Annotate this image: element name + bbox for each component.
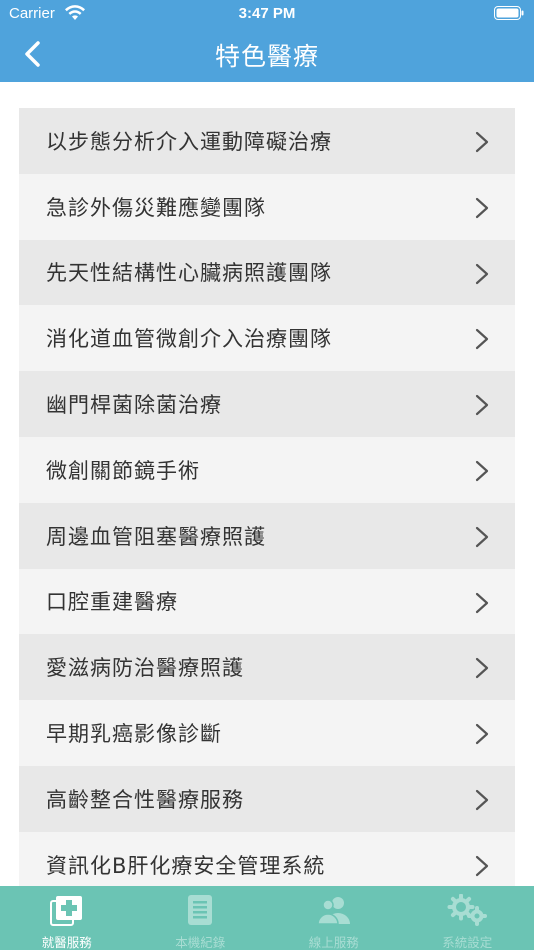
chevron-right-icon [475, 329, 489, 350]
tab-label: 系統設定 [442, 935, 493, 950]
navigation-bar: 特色醫療 [0, 28, 534, 82]
list-item-label: 急診外傷災難應變團隊 [46, 195, 266, 220]
list-item-label: 先天性結構性心臟病照護團隊 [46, 261, 332, 286]
list-item-label: 以步態分析介入運動障礙治療 [46, 129, 332, 154]
tab-label: 線上服務 [308, 935, 359, 950]
list-item[interactable]: 愛滋病防治醫療照護 [19, 634, 515, 701]
list-item-label: 周邊血管阻塞醫療照護 [46, 524, 266, 549]
users-icon [316, 897, 350, 925]
list-item-label: 消化道血管微創介入治療團隊 [46, 327, 332, 352]
list-item[interactable]: 周邊血管阻塞醫療照護 [19, 502, 515, 569]
chevron-right-icon [475, 724, 489, 745]
chevron-right-icon [475, 395, 489, 416]
tab-local-record[interactable]: 本機紀錄 [134, 886, 268, 950]
list-item[interactable]: 以步態分析介入運動障礙治療 [19, 108, 515, 174]
status-time: 3:47 PM [238, 5, 296, 22]
content-area: 以步態分析介入運動障礙治療 急診外傷災難應變團隊先天性結構性心臟病照護團隊 消化道血… [0, 82, 534, 886]
list-item[interactable]: 先天性結構性心臟病照護團隊 [19, 239, 515, 306]
chevron-right-icon [475, 658, 489, 679]
list-item[interactable]: 早期乳癌影像診斷 [19, 700, 515, 766]
list-item[interactable]: 資訊化B肝化療安全管理系統 [19, 831, 515, 886]
tab-online-service[interactable]: 線上服務 [267, 886, 401, 950]
page-title: 特色醫療 [214, 42, 319, 71]
status-bar: Carrier 3:47 PM [0, 0, 534, 28]
list-item-label: 幽門桿菌除菌治療 [46, 393, 222, 418]
tab-label: 本機紀錄 [175, 935, 226, 950]
list-item[interactable]: 急診外傷災難應變團隊 [19, 173, 515, 240]
list-item[interactable]: 微創關節鏡手術 [19, 436, 515, 503]
list-item[interactable]: 口腔重建醫療 [19, 568, 515, 635]
list-item-label: 資訊化B肝化療安全管理系統 [46, 853, 326, 878]
chevron-right-icon [475, 131, 489, 153]
medical-cross-icon [49, 896, 82, 926]
chevron-right-icon [475, 197, 489, 218]
chevron-right-icon [475, 855, 489, 876]
list-item-label: 口腔重建醫療 [46, 590, 178, 615]
list-item[interactable]: 幽門桿菌除菌治療 [19, 371, 515, 437]
tab-system-settings[interactable]: 系統設定 [401, 886, 534, 950]
list-item-label: 微創關節鏡手術 [46, 458, 200, 483]
list-item-label: 高齡整合性醫療服務 [46, 787, 244, 812]
chevron-right-icon [475, 460, 489, 482]
tab-bar: 就醫服務 本機紀錄 線上服務 系統設定 [0, 886, 534, 950]
list-item-label: 早期乳癌影像診斷 [46, 722, 222, 747]
battery-icon [494, 6, 524, 20]
list-item[interactable]: 高齡整合性醫療服務 [19, 765, 515, 832]
tab-label: 就醫服務 [41, 935, 92, 950]
list-item[interactable]: 消化道血管微創介入治療團隊 [19, 305, 515, 372]
chevron-right-icon [475, 263, 489, 284]
document-record-icon [188, 895, 213, 925]
specialty-list: 以步態分析介入運動障礙治療 急診外傷災難應變團隊先天性結構性心臟病照護團隊 消化道血… [19, 108, 515, 886]
list-item-label: 愛滋病防治醫療照護 [46, 656, 244, 681]
chevron-right-icon [475, 592, 489, 613]
chevron-right-icon [475, 526, 489, 547]
tab-medical-service[interactable]: 就醫服務 [0, 886, 134, 950]
chevron-right-icon [475, 789, 489, 811]
gear-icon [447, 894, 488, 926]
